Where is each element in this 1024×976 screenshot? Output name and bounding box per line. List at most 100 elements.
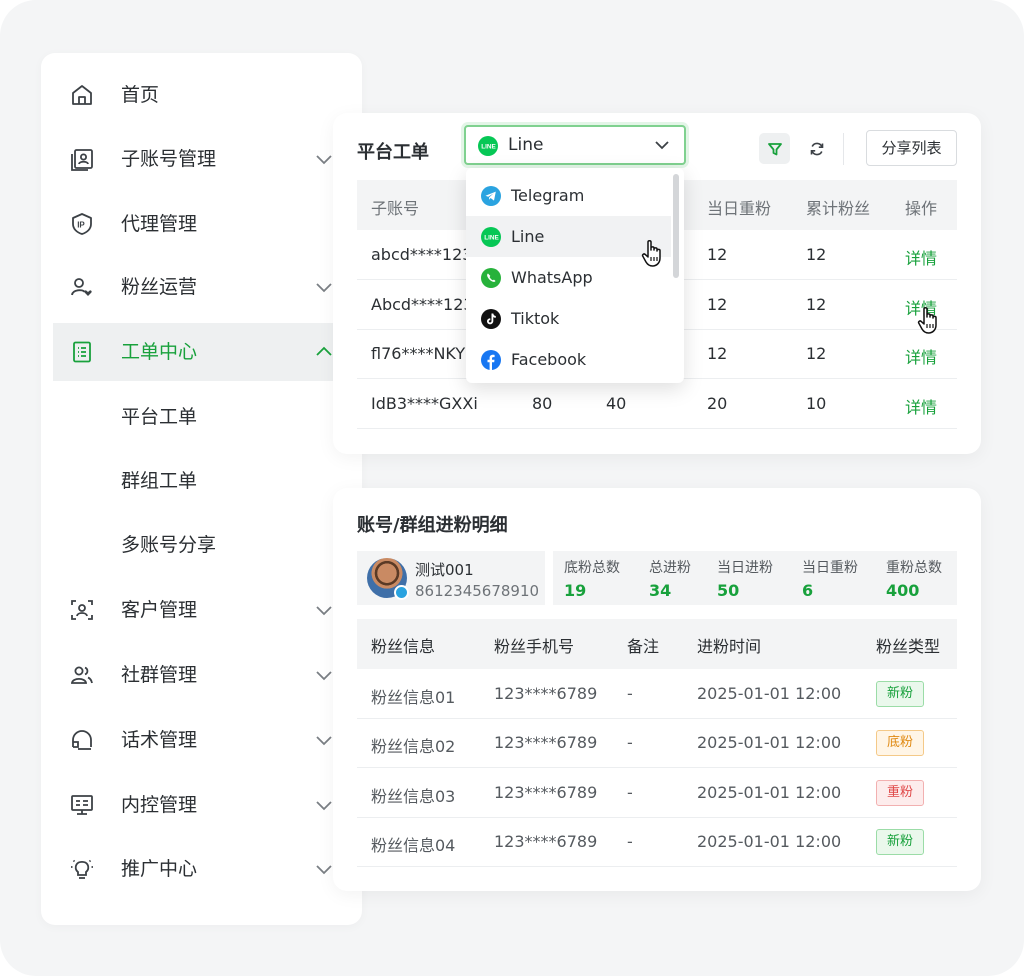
lightbulb-icon [69, 856, 95, 882]
sidebar-item-label: 工单中心 [121, 341, 198, 363]
column-header: 粉丝类型 [876, 637, 941, 656]
sidebar-subitem-group-ticket[interactable]: 群组工单 [121, 466, 197, 496]
sidebar-item-community[interactable]: 社群管理 [53, 646, 362, 704]
sidebar-item-scripts[interactable]: 话术管理 [53, 711, 362, 769]
sidebar-item-label: 推广中心 [121, 858, 198, 880]
dropdown-option-label: Tiktok [511, 309, 560, 328]
stat-value: 400 [886, 581, 920, 600]
detail-link[interactable]: 详情 [905, 344, 937, 368]
cell-col3: 40 [606, 394, 627, 413]
chevron-down-icon [316, 801, 332, 811]
cell-note: - [627, 783, 633, 802]
sidebar-item-internal-control[interactable]: 内控管理 [53, 776, 362, 834]
cell-today-dup: 12 [707, 245, 728, 264]
sidebar-item-label: 粉丝运营 [121, 276, 198, 298]
dropdown-option-label: Line [511, 227, 545, 246]
chevron-down-icon [316, 606, 332, 616]
svg-text:LINE: LINE [481, 144, 496, 151]
dropdown-option-facebook[interactable]: Facebook [466, 339, 671, 380]
cell-total: 12 [806, 295, 827, 314]
chevron-down-icon [316, 865, 332, 875]
refresh-icon [810, 142, 823, 155]
hand-cursor-icon [917, 306, 937, 334]
sidebar-subitem-multi-account-share[interactable]: 多账号分享 [121, 530, 216, 560]
telegram-icon [481, 186, 501, 206]
customer-scan-icon [69, 597, 95, 623]
sidebar-item-home[interactable]: 首页 [53, 66, 362, 124]
stat-value: 50 [717, 581, 740, 600]
sidebar-item-label: 内控管理 [121, 794, 198, 816]
sidebar-item-fan-ops[interactable]: 粉丝运营 [53, 258, 362, 316]
avatar [367, 558, 409, 600]
cell-time: 2025-01-01 12:00 [697, 832, 842, 851]
chevron-down-icon [655, 141, 669, 150]
dropdown-scrollbar[interactable] [673, 174, 679, 278]
sidebar-item-customers[interactable]: 客户管理 [53, 581, 362, 639]
contact-card-icon [69, 146, 95, 172]
table-row: 粉丝信息03 123****6789 - 2025-01-01 12:00 重粉 [357, 768, 957, 818]
table-header: 粉丝信息 粉丝手机号 备注 进粉时间 粉丝类型 [357, 619, 957, 669]
column-header: 子账号 [371, 199, 420, 218]
sidebar-item-label: 客户管理 [121, 599, 198, 621]
fan-type-badge: 底粉 [876, 730, 924, 756]
fan-type-badge: 重粉 [876, 780, 924, 806]
fan-type-badge: 新粉 [876, 829, 924, 855]
sidebar-item-sub-accounts[interactable]: 子账号管理 [53, 130, 362, 188]
stat-total-in: 总进粉 34 [649, 557, 691, 600]
cell-col2: 80 [532, 394, 553, 413]
filter-button[interactable] [759, 133, 790, 164]
column-header: 当日重粉 [707, 199, 772, 218]
detail-link[interactable]: 详情 [905, 245, 937, 269]
sidebar-item-proxy[interactable]: IP 代理管理 [53, 195, 362, 253]
refresh-button[interactable] [801, 133, 832, 164]
hand-cursor-icon [641, 239, 661, 267]
cell-today-dup: 20 [707, 394, 728, 413]
cell-fan-info: 粉丝信息03 [371, 787, 456, 806]
column-header: 累计粉丝 [806, 199, 871, 218]
toolbar-divider [843, 133, 844, 165]
dropdown-option-tiktok[interactable]: Tiktok [466, 298, 671, 339]
sidebar-item-label: 话术管理 [121, 729, 198, 751]
svg-text:LINE: LINE [484, 235, 499, 242]
table-row: 粉丝信息01 123****6789 - 2025-01-01 12:00 新粉 [357, 669, 957, 719]
cell-time: 2025-01-01 12:00 [697, 783, 842, 802]
cell-fan-info: 粉丝信息01 [371, 688, 456, 707]
stat-value: 34 [649, 581, 672, 600]
profile-phone: 8612345678910 [415, 582, 540, 600]
platform-select[interactable]: LINE Line [464, 125, 686, 165]
cell-time: 2025-01-01 12:00 [697, 733, 842, 752]
group-users-icon [69, 662, 95, 688]
column-header: 粉丝手机号 [494, 637, 575, 656]
card-title: 平台工单 [357, 142, 429, 163]
cell-fan-info: 粉丝信息02 [371, 737, 456, 756]
tiktok-icon [481, 309, 501, 329]
cell-total: 10 [806, 394, 827, 413]
dropdown-option-telegram[interactable]: Telegram [466, 175, 671, 216]
stat-value: 19 [564, 581, 587, 600]
user-heart-icon [69, 274, 95, 300]
column-header: 操作 [905, 199, 938, 218]
stat-label: 总进粉 [649, 560, 691, 576]
chevron-down-icon [316, 283, 332, 293]
sidebar-item-promotion[interactable]: 推广中心 [53, 840, 362, 898]
stat-today-in: 当日进粉 50 [717, 557, 773, 600]
cell-total: 12 [806, 344, 827, 363]
share-list-button[interactable]: 分享列表 [866, 130, 957, 166]
cell-fan-info: 粉丝信息04 [371, 836, 456, 855]
ip-shield-icon: IP [69, 211, 95, 237]
cell-account: Abcd****123 [371, 295, 474, 314]
sidebar-item-label: 子账号管理 [121, 148, 217, 170]
sidebar-subitem-platform-ticket[interactable]: 平台工单 [121, 402, 197, 432]
profile-name: 测试001 [415, 561, 474, 579]
chevron-down-icon [316, 736, 332, 746]
svg-text:IP: IP [77, 221, 85, 230]
whatsapp-icon [481, 268, 501, 288]
document-list-icon [69, 339, 95, 365]
table-row: 粉丝信息02 123****6789 - 2025-01-01 12:00 底粉 [357, 718, 957, 768]
detail-link[interactable]: 详情 [905, 394, 937, 418]
cell-note: - [627, 832, 633, 851]
telegram-badge-icon [394, 585, 409, 600]
cell-fan-phone: 123****6789 [494, 684, 598, 703]
sidebar-item-ticket-center[interactable]: 工单中心 [53, 323, 362, 381]
sidebar-item-label: 社群管理 [121, 664, 198, 686]
